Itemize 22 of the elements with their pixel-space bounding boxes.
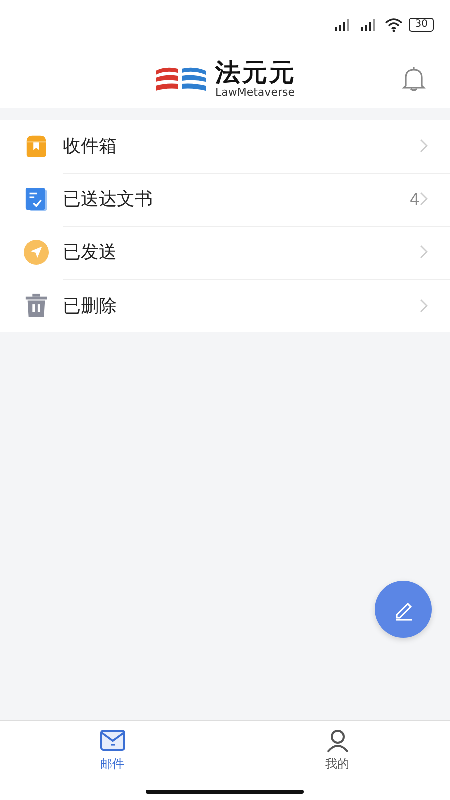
chevron-icon <box>420 139 428 153</box>
wifi-icon <box>385 18 404 32</box>
folder-item[interactable]: 已删除 <box>63 294 420 318</box>
send-icon <box>24 240 49 265</box>
folder-item[interactable]: 收件箱 <box>63 134 420 158</box>
folder-item[interactable]: 已发送 <box>63 240 420 264</box>
battery-level: 30 <box>409 18 434 32</box>
person-icon <box>324 729 350 753</box>
trash-icon <box>24 293 49 318</box>
mail-icon <box>100 729 126 753</box>
unread-count: 4 <box>410 190 420 208</box>
bell-icon[interactable] <box>402 66 426 92</box>
chevron-icon <box>420 298 428 312</box>
document-check-icon <box>24 187 49 212</box>
folder-item[interactable]: 已送达文书 <box>63 187 410 211</box>
logo-title: 法元元 <box>216 59 296 87</box>
logo-subtitle: LawMetaverse <box>216 87 296 99</box>
tab[interactable]: 我的 <box>225 721 450 800</box>
chevron-icon <box>420 245 428 259</box>
chevron-icon <box>420 192 428 206</box>
compose-button[interactable] <box>375 581 432 638</box>
box-icon <box>24 134 49 159</box>
